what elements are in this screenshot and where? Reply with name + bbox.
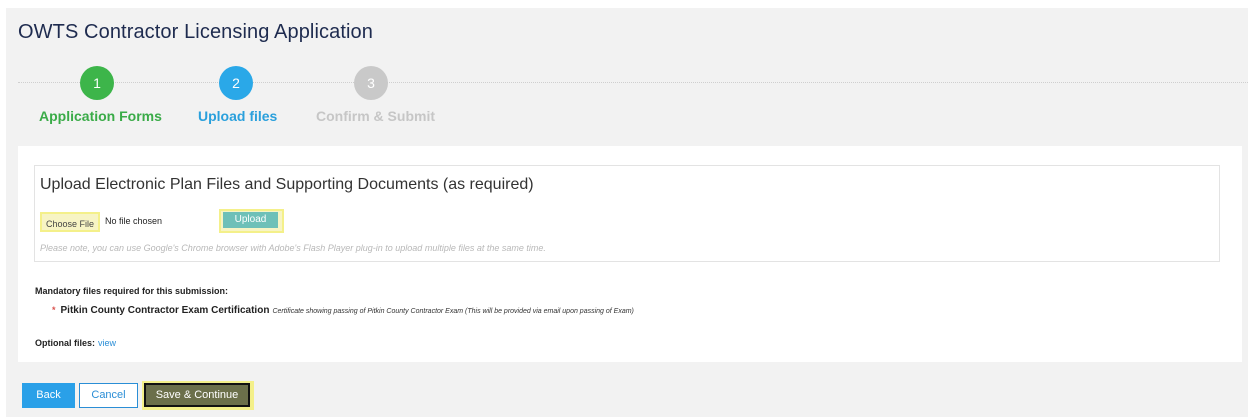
optional-files: Optional files: view bbox=[35, 338, 116, 348]
optional-files-label: Optional files: bbox=[35, 338, 96, 348]
optional-files-view-link[interactable]: view bbox=[98, 338, 116, 348]
step-2-circle[interactable]: 2 bbox=[219, 66, 253, 100]
save-continue-highlight[interactable]: Save & Continue bbox=[142, 381, 254, 410]
page-title: OWTS Contractor Licensing Application bbox=[18, 21, 373, 43]
upload-title: Upload Electronic Plan Files and Support… bbox=[40, 176, 534, 193]
no-file-chosen-text: No file chosen bbox=[105, 216, 163, 226]
save-continue-button[interactable]: Save & Continue bbox=[144, 383, 250, 407]
step-1-circle[interactable]: 1 bbox=[80, 66, 114, 100]
upload-box: Upload Electronic Plan Files and Support… bbox=[34, 165, 1220, 262]
upload-button-highlight[interactable]: Upload bbox=[219, 209, 284, 233]
required-marker: * bbox=[52, 305, 56, 315]
step-3-circle: 3 bbox=[354, 66, 388, 100]
upload-panel: Upload Electronic Plan Files and Support… bbox=[18, 146, 1242, 362]
mandatory-file-item: * Pitkin County Contractor Exam Certifica… bbox=[52, 305, 634, 316]
choose-file-button[interactable]: Choose File bbox=[40, 212, 100, 232]
upload-note: Please note, you can use Google's Chrome… bbox=[40, 243, 546, 253]
back-button[interactable]: Back bbox=[22, 383, 75, 408]
mandatory-files-heading: Mandatory files required for this submis… bbox=[35, 286, 229, 296]
step-1-label[interactable]: Application Forms bbox=[39, 108, 162, 124]
step-2-label[interactable]: Upload files bbox=[198, 108, 277, 124]
mandatory-file-description: Certificate showing passing of Pitkin Co… bbox=[272, 308, 634, 315]
mandatory-file-name: Pitkin County Contractor Exam Certificat… bbox=[60, 305, 270, 316]
upload-button[interactable]: Upload bbox=[223, 212, 278, 228]
page-background: OWTS Contractor Licensing Application 1 … bbox=[6, 8, 1248, 417]
cancel-button[interactable]: Cancel bbox=[79, 383, 138, 408]
stepper-track bbox=[18, 82, 1248, 83]
step-3-label: Confirm & Submit bbox=[316, 108, 435, 124]
